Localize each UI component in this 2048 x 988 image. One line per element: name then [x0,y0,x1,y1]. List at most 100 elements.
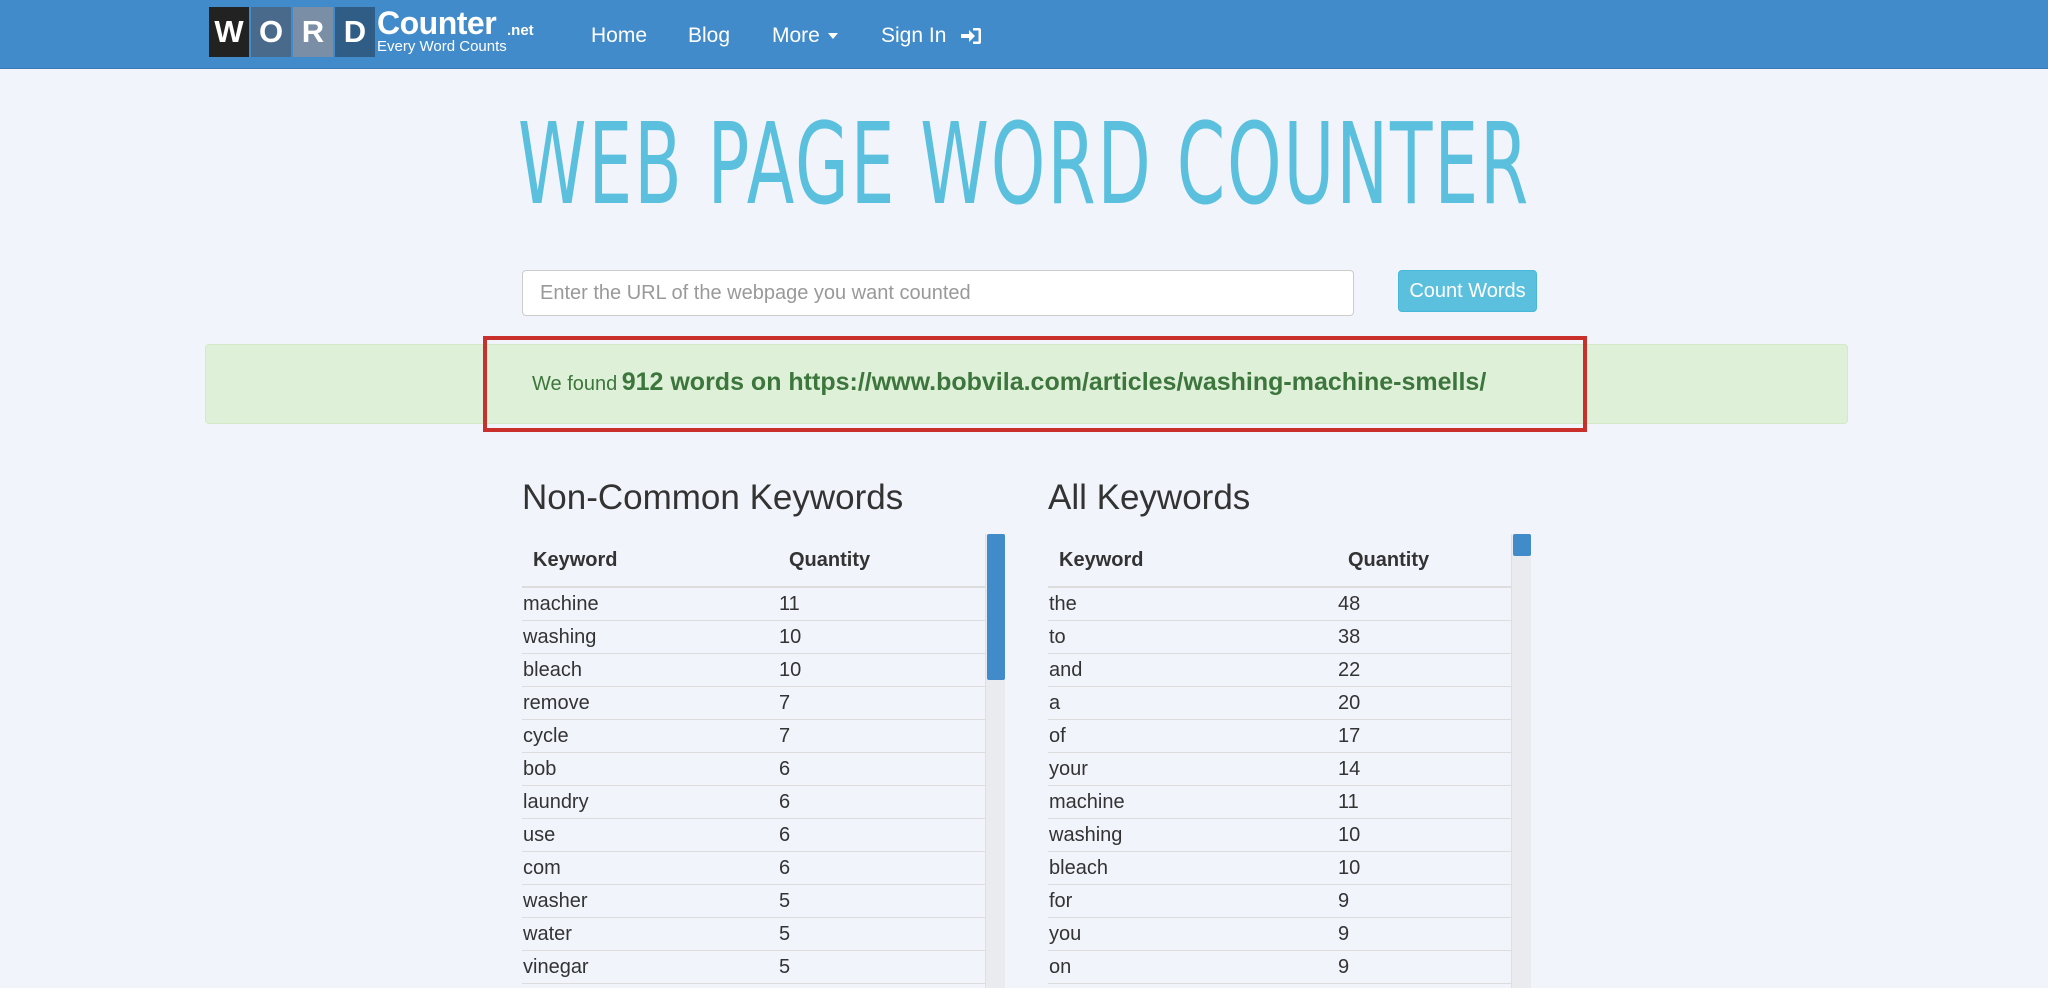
result-prefix: We found [532,373,618,395]
url-input[interactable] [522,270,1354,316]
table-row: a 20 [1048,686,1512,720]
quantity-cell: 6 [778,851,986,885]
table-row: bleach 10 [522,653,986,687]
non-common-scroll-thumb[interactable] [987,534,1005,680]
table-row: use 6 [522,818,986,852]
table-row: water 5 [522,917,986,951]
quantity-cell: 10 [1337,818,1512,852]
quantity-cell: 5 [778,884,986,918]
table-row: machine 11 [1048,785,1512,819]
keyword-cell: bleach [522,653,778,687]
keyword-cell: vinegar [522,950,778,984]
nav-more-label: More [772,24,820,47]
keyword-cell: com [522,851,778,885]
logo-letter-d: D [335,7,375,57]
all-keywords-table: Keyword Quantity the 48 to 38 and 22 a 20 of 17 yo… [1048,534,1512,984]
sign-in-icon [961,28,982,45]
table-row: of 17 [1048,719,1512,753]
table-row: vinegar 5 [522,950,986,984]
quantity-cell: 17 [1337,719,1512,753]
quantity-cell: 9 [1337,917,1512,951]
table-row: on 9 [1048,950,1512,984]
keyword-cell: bob [522,752,778,786]
keyword-cell: water [522,917,778,951]
keyword-cell: remove [522,686,778,720]
table-row: bob 6 [522,752,986,786]
keyword-cell: you [1048,917,1337,951]
logo-letter-r: R [293,7,333,57]
quantity-cell: 10 [778,653,986,687]
keyword-cell: on [1048,950,1337,984]
table-row: washing 10 [522,620,986,654]
table-row: you 9 [1048,917,1512,951]
table-row: com 6 [522,851,986,885]
quantity-cell: 6 [778,752,986,786]
keyword-cell: to [1048,620,1337,654]
quantity-cell: 38 [1337,620,1512,654]
keyword-column-header[interactable]: Keyword [522,534,778,588]
table-row: laundry 6 [522,785,986,819]
table-row: washing 10 [1048,818,1512,852]
nav-more-dropdown[interactable]: More [772,24,838,48]
table-row: washer 5 [522,884,986,918]
count-words-button[interactable]: Count Words [1398,270,1537,312]
logo-wordmark: Counter [377,5,497,41]
nav-blog-link[interactable]: Blog [688,24,730,48]
keyword-cell: cycle [522,719,778,753]
keyword-cell: of [1048,719,1337,753]
quantity-cell: 6 [778,785,986,819]
nav-home-link[interactable]: Home [591,24,647,48]
table-row: the 48 [1048,587,1512,621]
result-word-count: 912 words on https://www.bobvila.com/art… [621,368,1487,396]
keyword-cell: laundry [522,785,778,819]
quantity-cell: 11 [1337,785,1512,819]
quantity-cell: 5 [778,917,986,951]
quantity-cell: 5 [778,950,986,984]
quantity-cell: 11 [778,587,986,621]
table-row: to 38 [1048,620,1512,654]
keyword-cell: and [1048,653,1337,687]
table-row: remove 7 [522,686,986,720]
quantity-column-header[interactable]: Quantity [1337,534,1512,588]
quantity-cell: 14 [1337,752,1512,786]
page-title: WEB PAGE WORD COUNTER [517,100,1531,230]
keyword-cell: washing [522,620,778,654]
keyword-cell: a [1048,686,1337,720]
non-common-scrollbar[interactable] [985,534,1005,988]
quantity-cell: 9 [1337,950,1512,984]
keyword-column-header[interactable]: Keyword [1048,534,1337,588]
keyword-cell: machine [522,587,778,621]
all-keywords-heading: All Keywords [1048,478,1251,517]
quantity-column-header[interactable]: Quantity [778,534,986,588]
logo-suffix: .net [507,22,534,39]
quantity-cell: 10 [778,620,986,654]
table-row: and 22 [1048,653,1512,687]
non-common-keywords-panel[interactable]: Keyword Quantity machine 11 washing 10 bleac… [522,534,986,988]
quantity-cell: 7 [778,719,986,753]
all-keywords-panel[interactable]: Keyword Quantity the 48 to 38 and 22 a 20 of 17 yo… [1048,534,1512,988]
table-header-row: Keyword Quantity [1048,534,1512,588]
table-row: for 9 [1048,884,1512,918]
keyword-cell: washer [522,884,778,918]
result-message: We found 912 words on https://www.bobvil… [532,368,1486,397]
keyword-cell: machine [1048,785,1337,819]
keyword-cell: the [1048,587,1337,621]
quantity-cell: 7 [778,686,986,720]
keyword-cell: use [522,818,778,852]
nav-signin-link[interactable]: Sign In [881,24,982,48]
caret-down-icon [827,33,838,40]
logo-letter-w: W [209,7,249,57]
quantity-cell: 20 [1337,686,1512,720]
nav-signin-label: Sign In [881,24,947,47]
table-row: machine 11 [522,587,986,621]
quantity-cell: 10 [1337,851,1512,885]
quantity-cell: 9 [1337,884,1512,918]
keyword-cell: washing [1048,818,1337,852]
quantity-cell: 48 [1337,587,1512,621]
table-header-row: Keyword Quantity [522,534,986,588]
all-keywords-scroll-thumb[interactable] [1513,534,1531,556]
all-keywords-scrollbar[interactable] [1511,534,1531,988]
quantity-cell: 22 [1337,653,1512,687]
table-row: bleach 10 [1048,851,1512,885]
table-row: cycle 7 [522,719,986,753]
